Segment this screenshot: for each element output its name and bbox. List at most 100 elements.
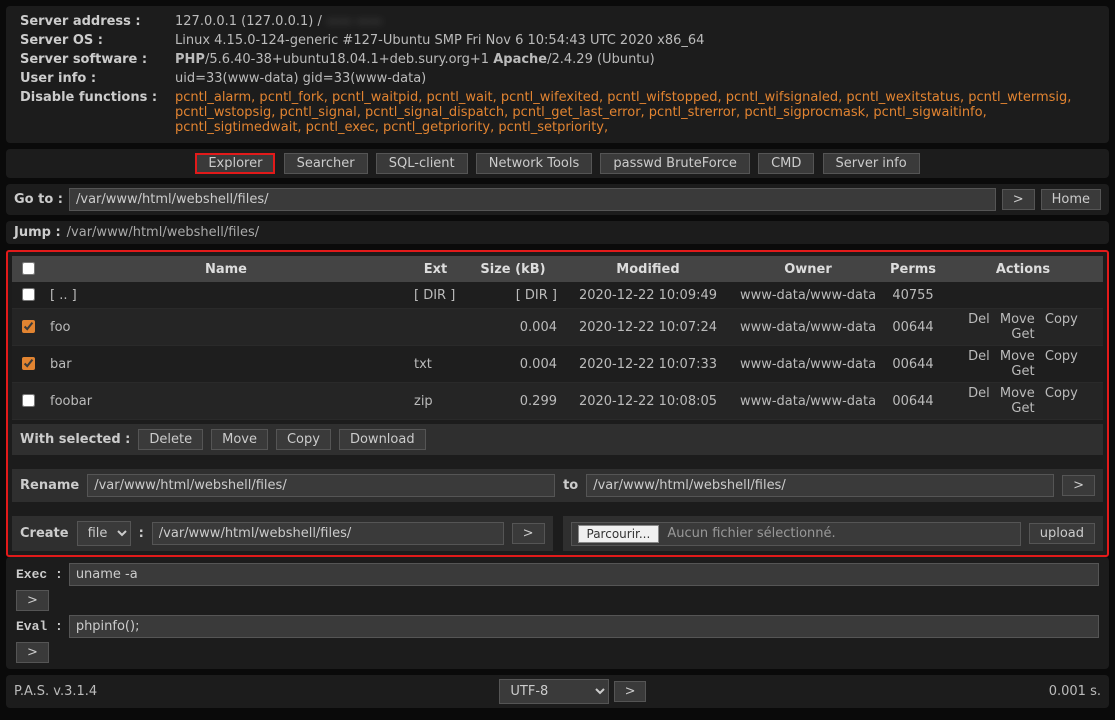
- col-actions: Actions: [943, 256, 1103, 282]
- file-owner: www-data/www-data: [733, 383, 883, 420]
- action-del[interactable]: Del: [968, 312, 990, 327]
- file-actions: Del Move Copy Get: [943, 309, 1103, 346]
- col-modified[interactable]: Modified: [563, 256, 733, 282]
- col-owner[interactable]: Owner: [733, 256, 883, 282]
- action-get[interactable]: Get: [1011, 364, 1034, 379]
- action-del[interactable]: Del: [968, 349, 990, 364]
- copy-button[interactable]: Copy: [276, 429, 331, 450]
- action-get[interactable]: Get: [1011, 401, 1034, 416]
- charset-select[interactable]: UTF-8: [499, 679, 609, 704]
- create-label: Create: [20, 526, 69, 541]
- rename-to-label: to: [563, 478, 578, 493]
- tab-searcher[interactable]: Searcher: [284, 153, 368, 174]
- browse-button[interactable]: Parcourir...: [578, 525, 660, 543]
- file-explorer-panel: Name Ext Size (kB) Modified Owner Perms …: [6, 250, 1109, 557]
- action-copy[interactable]: Copy: [1045, 349, 1078, 364]
- download-button[interactable]: Download: [339, 429, 426, 450]
- tab-cmd[interactable]: CMD: [758, 153, 814, 174]
- server-info-panel: Server address : 127.0.0.1 (127.0.0.1) /…: [6, 6, 1109, 143]
- col-name[interactable]: Name: [44, 256, 408, 282]
- goto-input[interactable]: [69, 188, 996, 211]
- file-ext: zip: [408, 383, 463, 420]
- row-checkbox[interactable]: [22, 394, 35, 407]
- tab-server-info[interactable]: Server info: [823, 153, 920, 174]
- file-perms: 00644: [883, 383, 943, 420]
- col-perms[interactable]: Perms: [883, 256, 943, 282]
- file-name[interactable]: [ .. ]: [44, 282, 408, 309]
- disable-functions-value: pcntl_alarm, pcntl_fork, pcntl_waitpid, …: [171, 88, 1099, 137]
- action-copy[interactable]: Copy: [1045, 312, 1078, 327]
- eval-input[interactable]: [69, 615, 1099, 638]
- rename-from-input[interactable]: [87, 474, 555, 497]
- upload-button[interactable]: upload: [1029, 523, 1095, 544]
- file-name[interactable]: foo: [44, 309, 408, 346]
- action-move[interactable]: Move: [1000, 312, 1035, 327]
- table-row: bar txt 0.004 2020-12-22 10:07:33 www-da…: [12, 346, 1103, 383]
- table-row: [ .. ] [ DIR ] [ DIR ] 2020-12-22 10:09:…: [12, 282, 1103, 309]
- file-actions: Del Move Copy Get: [943, 346, 1103, 383]
- file-owner: www-data/www-data: [733, 282, 883, 309]
- jump-path[interactable]: /var/www/html/webshell/files/: [67, 225, 259, 240]
- exec-input[interactable]: [69, 563, 1099, 586]
- move-button[interactable]: Move: [211, 429, 268, 450]
- action-move[interactable]: Move: [1000, 349, 1035, 364]
- jump-label: Jump :: [14, 225, 61, 240]
- delete-button[interactable]: Delete: [138, 429, 203, 450]
- tab-passwd-bruteforce[interactable]: passwd BruteForce: [600, 153, 750, 174]
- rename-to-input[interactable]: [586, 474, 1054, 497]
- user-info-value: uid=33(www-data) gid=33(www-data): [171, 69, 1099, 88]
- create-type-select[interactable]: file: [77, 521, 131, 546]
- file-perms: 00644: [883, 346, 943, 383]
- col-checkbox: [12, 256, 44, 282]
- file-modified: 2020-12-22 10:07:24: [563, 309, 733, 346]
- server-address-value: 127.0.0.1 (127.0.0.1) / —— ——: [171, 12, 1099, 31]
- create-path-input[interactable]: [152, 522, 504, 545]
- rename-label: Rename: [20, 478, 79, 493]
- file-size: 0.004: [463, 346, 563, 383]
- file-owner: www-data/www-data: [733, 309, 883, 346]
- action-del[interactable]: Del: [968, 386, 990, 401]
- action-move[interactable]: Move: [1000, 386, 1035, 401]
- file-actions: [943, 282, 1103, 309]
- row-checkbox[interactable]: [22, 357, 35, 370]
- file-chooser[interactable]: Parcourir... Aucun fichier sélectionné.: [571, 522, 1021, 546]
- tab-sql-client[interactable]: SQL-client: [376, 153, 468, 174]
- exec-button[interactable]: >: [16, 590, 49, 611]
- col-ext[interactable]: Ext: [408, 256, 463, 282]
- footer-panel: P.A.S. v.3.1.4 UTF-8 > 0.001 s.: [6, 675, 1109, 708]
- rename-button[interactable]: >: [1062, 475, 1095, 496]
- server-os-label: Server OS :: [16, 31, 171, 50]
- server-software-value: PHP/5.6.40-38+ubuntu18.04.1+deb.sury.org…: [171, 50, 1099, 69]
- table-row: foobar zip 0.299 2020-12-22 10:08:05 www…: [12, 383, 1103, 420]
- version-label: P.A.S. v.3.1.4: [14, 684, 97, 699]
- file-modified: 2020-12-22 10:08:05: [563, 383, 733, 420]
- table-row: foo 0.004 2020-12-22 10:07:24 www-data/w…: [12, 309, 1103, 346]
- file-placeholder: Aucun fichier sélectionné.: [667, 526, 835, 541]
- jump-row: Jump : /var/www/html/webshell/files/: [6, 221, 1109, 244]
- create-colon: :: [139, 526, 144, 541]
- eval-button[interactable]: >: [16, 642, 49, 663]
- server-software-label: Server software :: [16, 50, 171, 69]
- action-get[interactable]: Get: [1011, 327, 1034, 342]
- row-checkbox[interactable]: [22, 288, 35, 301]
- tab-network-tools[interactable]: Network Tools: [476, 153, 592, 174]
- file-name[interactable]: foobar: [44, 383, 408, 420]
- create-button[interactable]: >: [512, 523, 545, 544]
- tab-explorer[interactable]: Explorer: [195, 153, 275, 174]
- goto-button[interactable]: >: [1002, 189, 1035, 210]
- eval-label: Eval :: [16, 619, 63, 634]
- file-name[interactable]: bar: [44, 346, 408, 383]
- row-checkbox[interactable]: [22, 320, 35, 333]
- home-button[interactable]: Home: [1041, 189, 1101, 210]
- goto-label: Go to :: [14, 192, 63, 207]
- action-copy[interactable]: Copy: [1045, 386, 1078, 401]
- file-perms: 00644: [883, 309, 943, 346]
- charset-button[interactable]: >: [614, 681, 647, 702]
- with-selected-label: With selected :: [20, 432, 130, 447]
- user-info-label: User info :: [16, 69, 171, 88]
- server-os-value: Linux 4.15.0-124-generic #127-Ubuntu SMP…: [171, 31, 1099, 50]
- file-size: 0.004: [463, 309, 563, 346]
- with-selected-spacer: [579, 424, 1103, 455]
- select-all-checkbox[interactable]: [22, 262, 35, 275]
- col-size[interactable]: Size (kB): [463, 256, 563, 282]
